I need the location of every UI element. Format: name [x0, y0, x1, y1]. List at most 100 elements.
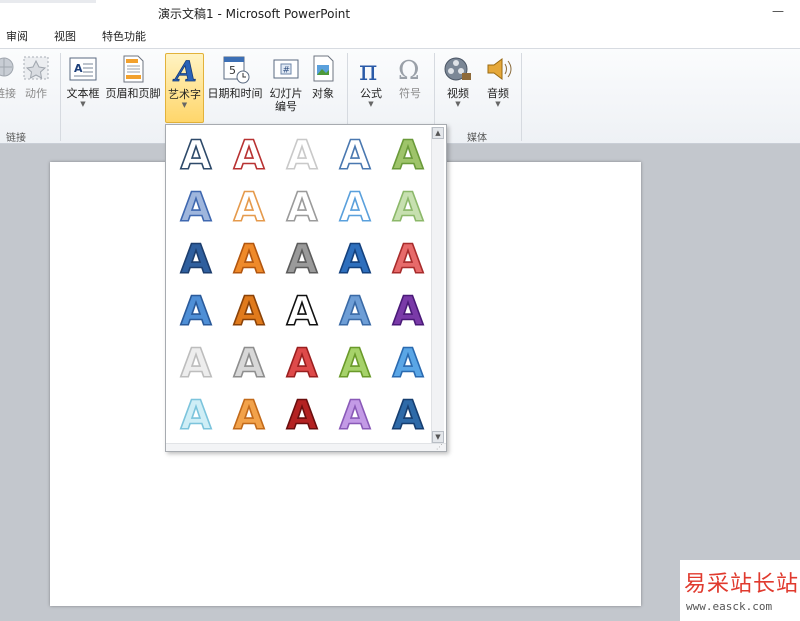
svg-text:A: A — [181, 289, 212, 333]
wordart-style-item[interactable]: A — [278, 129, 326, 177]
wordart-style-item[interactable]: A — [331, 233, 379, 281]
wordart-a-icon: A — [392, 236, 425, 281]
object-button[interactable]: 对象 — [308, 53, 338, 123]
svg-text:A: A — [234, 393, 265, 437]
chevron-down-icon: ▼ — [368, 100, 374, 108]
wordart-style-item[interactable]: A — [225, 181, 273, 229]
svg-text:A: A — [181, 237, 212, 281]
wordart-button[interactable]: A 艺术字 ▼ — [165, 53, 204, 123]
film-reel-icon — [444, 57, 471, 81]
svg-text:A: A — [234, 289, 265, 333]
wordart-a-icon: A — [392, 392, 425, 437]
svg-text:A: A — [234, 341, 265, 385]
wordart-style-item[interactable]: A — [384, 233, 432, 281]
wordart-style-item[interactable]: A — [278, 233, 326, 281]
watermark: 易采站长站 www.easck.com — [680, 560, 800, 621]
wordart-a-icon: A — [339, 288, 372, 333]
wordart-style-item[interactable]: A — [225, 233, 273, 281]
wordart-a-icon: A — [392, 288, 425, 333]
ribbon-tabs: 审阅 视图 特色功能 — [0, 24, 800, 48]
wordart-style-item[interactable]: A — [172, 285, 220, 333]
minimize-button[interactable]: — — [772, 4, 784, 18]
wordart-a-icon: A — [233, 132, 266, 177]
svg-text:A: A — [287, 133, 318, 177]
header-footer-button[interactable]: 页眉和页脚 — [104, 53, 162, 123]
audio-button[interactable]: 音频 ▼ — [481, 53, 515, 123]
tab-view[interactable]: 视图 — [54, 28, 76, 44]
scroll-up-icon[interactable]: ▲ — [432, 127, 444, 139]
chevron-down-icon: ▼ — [80, 100, 86, 108]
wordart-a-icon: A — [339, 340, 372, 385]
svg-text:A: A — [393, 393, 424, 437]
equation-button[interactable]: π 公式 ▼ — [354, 53, 388, 123]
wordart-style-item[interactable]: A — [384, 389, 432, 437]
svg-text:A: A — [287, 237, 318, 281]
window-title: 演示文稿1 - Microsoft PowerPoint — [158, 7, 351, 21]
speaker-icon — [487, 58, 512, 80]
svg-text:#: # — [283, 66, 291, 76]
svg-text:A: A — [234, 133, 265, 177]
wordart-style-item[interactable]: A — [225, 389, 273, 437]
wordart-label: 艺术字 — [168, 88, 201, 101]
svg-text:A: A — [393, 341, 424, 385]
scroll-down-icon[interactable]: ▼ — [432, 431, 444, 443]
wordart-a-icon: A — [286, 184, 319, 229]
wordart-style-item[interactable]: A — [225, 129, 273, 177]
wordart-style-item[interactable]: A — [225, 337, 273, 385]
tab-review[interactable]: 审阅 — [6, 28, 28, 44]
wordart-a-icon: A — [180, 288, 213, 333]
gallery-resize-handle[interactable]: ⋰ — [166, 443, 446, 451]
wordart-icon: A — [171, 55, 197, 86]
title-bar: 演示文稿1 - Microsoft PowerPoint — — [0, 0, 800, 24]
wordart-style-item[interactable]: A — [172, 389, 220, 437]
svg-text:A: A — [181, 393, 212, 437]
hyperlink-label: 链接 — [0, 87, 16, 100]
group-separator — [60, 53, 61, 141]
chevron-down-icon: ▼ — [495, 100, 501, 108]
wordart-style-item[interactable]: A — [172, 129, 220, 177]
hyperlink-button[interactable]: 链接 — [0, 53, 16, 123]
wordart-style-item[interactable]: A — [331, 129, 379, 177]
watermark-name: 易采站长站 — [684, 572, 800, 597]
calendar-clock-icon: 5 — [223, 56, 250, 84]
symbol-button[interactable]: Ω 符号 — [393, 53, 427, 123]
svg-text:A: A — [234, 237, 265, 281]
wordart-a-icon: A — [180, 340, 213, 385]
slide-number-icon: # — [273, 59, 299, 79]
wordart-style-item[interactable]: A — [278, 181, 326, 229]
gallery-scrollbar[interactable]: ▲ ▼ — [431, 127, 444, 443]
wordart-style-item[interactable]: A — [172, 337, 220, 385]
datetime-button[interactable]: 5 日期和时间 — [206, 53, 264, 123]
chevron-down-icon: ▼ — [455, 100, 461, 108]
action-button[interactable]: 动作 — [20, 53, 52, 123]
wordart-style-item[interactable]: A — [225, 285, 273, 333]
wordart-style-item[interactable]: A — [384, 129, 432, 177]
wordart-a-icon: A — [180, 184, 213, 229]
wordart-style-item[interactable]: A — [331, 181, 379, 229]
svg-text:A: A — [340, 341, 371, 385]
wordart-style-item[interactable]: A — [172, 233, 220, 281]
wordart-style-item[interactable]: A — [331, 389, 379, 437]
action-star-icon — [23, 56, 49, 80]
wordart-style-item[interactable]: A — [172, 181, 220, 229]
textbox-button[interactable]: A 文本框 ▼ — [64, 53, 102, 123]
wordart-a-icon: A — [339, 132, 372, 177]
wordart-style-item[interactable]: A — [331, 285, 379, 333]
svg-text:A: A — [340, 237, 371, 281]
wordart-style-item[interactable]: A — [384, 337, 432, 385]
omega-icon: Ω — [398, 56, 420, 85]
wordart-style-item[interactable]: A — [278, 285, 326, 333]
wordart-style-item[interactable]: A — [278, 389, 326, 437]
wordart-style-item[interactable]: A — [278, 337, 326, 385]
svg-text:A: A — [393, 289, 424, 333]
wordart-style-item[interactable]: A — [384, 285, 432, 333]
tab-special-features[interactable]: 特色功能 — [102, 28, 146, 44]
wordart-style-item[interactable]: A — [384, 181, 432, 229]
svg-text:A: A — [393, 133, 424, 177]
wordart-style-item[interactable]: A — [331, 337, 379, 385]
group-label-links: 链接 — [6, 133, 26, 144]
quick-access-toolbar-edge — [0, 0, 96, 3]
object-icon — [313, 55, 334, 82]
video-button[interactable]: 视频 ▼ — [441, 53, 475, 123]
slide-number-button[interactable]: # 幻灯片 编号 — [266, 53, 306, 123]
